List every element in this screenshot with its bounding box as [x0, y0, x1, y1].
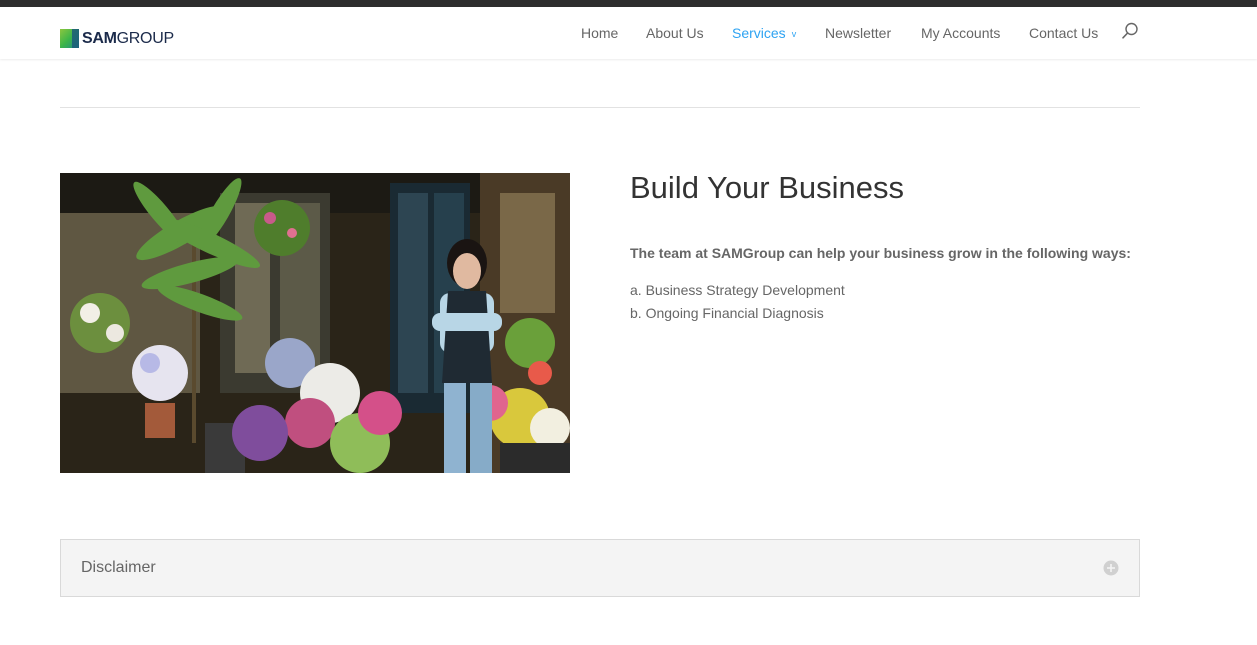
- chevron-down-icon: v: [791, 29, 797, 39]
- nav-item-newsletter[interactable]: Newsletter: [825, 24, 891, 42]
- section-divider: [60, 107, 1140, 108]
- lead-text: The team at SAMGroup can help your busin…: [630, 245, 1131, 261]
- nav-item-my-accounts[interactable]: My Accounts: [921, 24, 1000, 42]
- business-content: Build Your Business The team at SAMGroup…: [630, 168, 1140, 325]
- nav-item-about-us[interactable]: About Us: [646, 24, 704, 42]
- list-item: a. Business Strategy Development: [630, 282, 845, 298]
- nav-item-services[interactable]: Services v: [732, 24, 796, 43]
- site-header: SAMGROUP Home About Us Services v Newslet…: [0, 7, 1257, 59]
- nav-item-home[interactable]: Home: [581, 24, 618, 42]
- search-icon[interactable]: [1120, 21, 1140, 41]
- services-list: a. Business Strategy Development b. Ongo…: [630, 279, 1140, 325]
- logo-text: SAMGROUP: [82, 29, 174, 48]
- list-item: b. Ongoing Financial Diagnosis: [630, 305, 824, 321]
- page-heading: Build Your Business: [630, 170, 905, 205]
- logo-text-bold: SAM: [82, 29, 117, 47]
- nav-item-contact-us[interactable]: Contact Us: [1029, 24, 1098, 42]
- plus-circle-icon[interactable]: [1103, 560, 1119, 576]
- top-bar: [0, 0, 1257, 7]
- logo[interactable]: SAMGROUP: [60, 28, 174, 48]
- disclaimer-toggle[interactable]: Disclaimer: [60, 539, 1140, 597]
- florist-photo: [60, 173, 570, 473]
- disclaimer-title: Disclaimer: [81, 559, 156, 576]
- logo-mark-icon: [60, 28, 79, 48]
- florist-photo-illustration: [60, 173, 570, 473]
- nav-item-services-label: Services: [732, 25, 786, 41]
- logo-text-light: GROUP: [116, 29, 174, 47]
